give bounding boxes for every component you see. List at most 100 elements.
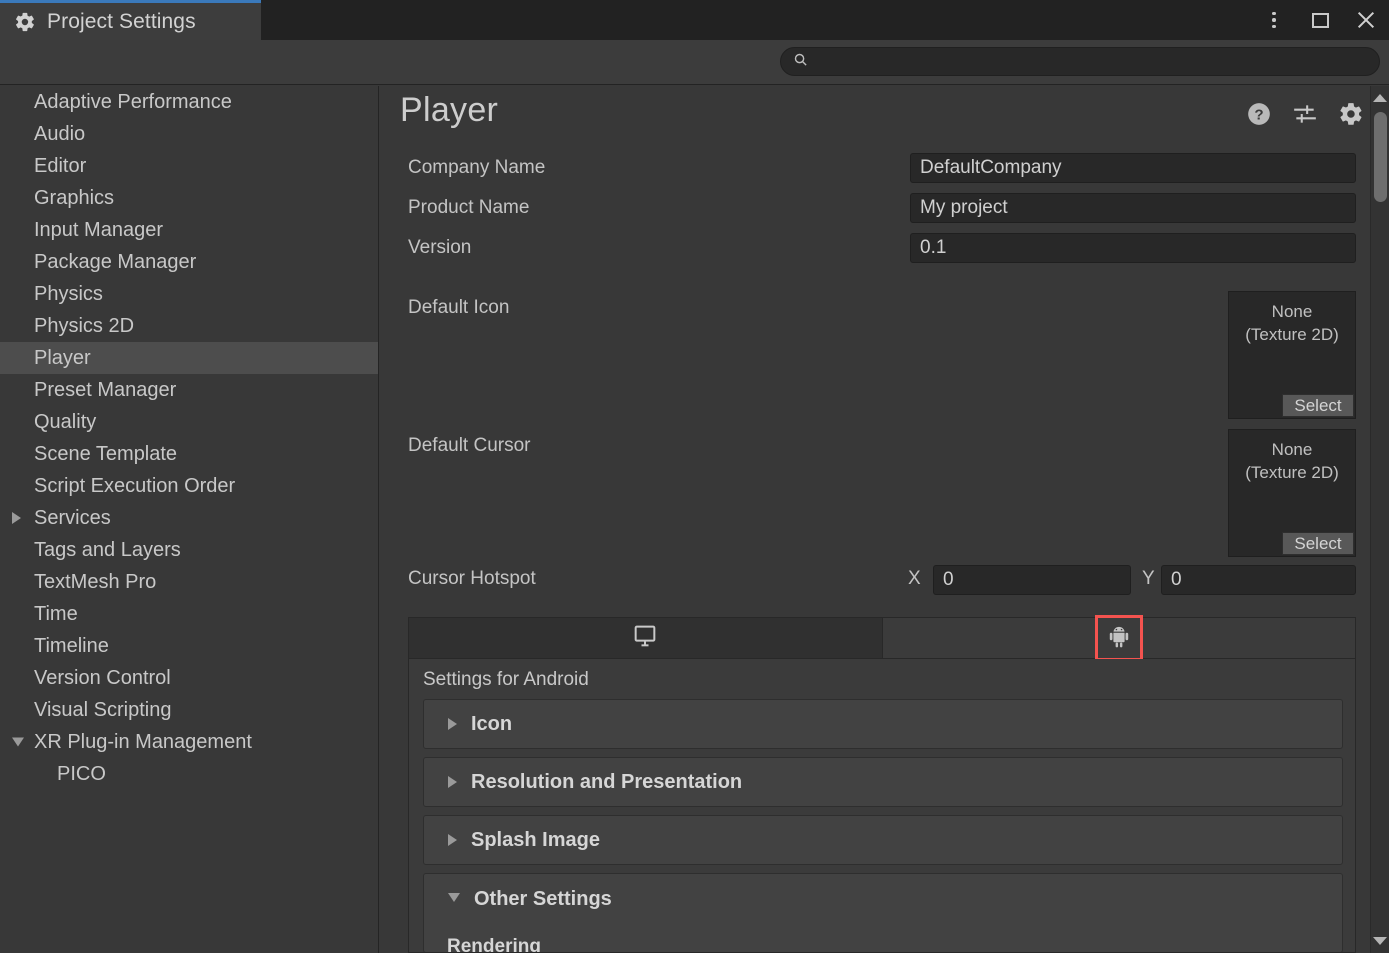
sidebar-item-adaptive-performance[interactable]: Adaptive Performance <box>0 86 378 118</box>
platform-tab-standalone[interactable] <box>409 618 883 658</box>
sidebar-item-timeline[interactable]: Timeline <box>0 630 378 662</box>
sidebar-item-label: Timeline <box>34 634 109 657</box>
section-splash-image[interactable]: Splash Image <box>423 815 1343 865</box>
section-splash-label: Splash Image <box>471 828 600 851</box>
section-icon[interactable]: Icon <box>423 699 1343 749</box>
sidebar-item-time[interactable]: Time <box>0 598 378 630</box>
sidebar-item-label: TextMesh Pro <box>34 570 157 593</box>
company-name-input[interactable]: DefaultCompany <box>910 153 1356 183</box>
default-icon-select-button[interactable]: Select <box>1282 394 1354 417</box>
vertical-scrollbar[interactable] <box>1370 86 1389 953</box>
sidebar-item-script-execution-order[interactable]: Script Execution Order <box>0 470 378 502</box>
sidebar-item-label: PICO <box>57 762 106 785</box>
default-cursor-row: Default Cursor None (Texture 2D) Select <box>380 429 1389 561</box>
hotspot-x-label: X <box>908 568 921 589</box>
default-cursor-value-line1: None <box>1271 440 1313 459</box>
project-settings-window: Project Settings Adaptive Performance Au… <box>0 0 1389 953</box>
panel-header-icons: ? <box>1246 101 1364 132</box>
scroll-thumb[interactable] <box>1374 112 1387 202</box>
product-name-input[interactable]: My project <box>910 193 1356 223</box>
sidebar-item-player[interactable]: Player <box>0 342 378 374</box>
sidebar-item-audio[interactable]: Audio <box>0 118 378 150</box>
other-settings-subheading: Rendering <box>447 936 541 953</box>
settings-category-sidebar[interactable]: Adaptive Performance Audio Editor Graphics I… <box>0 86 379 953</box>
default-icon-value-line2: (Texture 2D) <box>1245 325 1339 344</box>
close-icon[interactable] <box>1353 7 1379 33</box>
section-resolution-label: Resolution and Presentation <box>471 770 743 793</box>
scroll-down-arrow-icon[interactable] <box>1373 937 1387 945</box>
sidebar-item-quality[interactable]: Quality <box>0 406 378 438</box>
sidebar-item-label: Version Control <box>34 666 171 689</box>
sidebar-item-label: Quality <box>34 410 97 433</box>
sidebar-item-label: Time <box>34 602 78 625</box>
platform-tab-android[interactable] <box>883 615 1356 661</box>
field-row: Product Name My project <box>380 188 1389 228</box>
chevron-down-icon <box>448 893 460 902</box>
sidebar-item-scene-template[interactable]: Scene Template <box>0 438 378 470</box>
cursor-hotspot-row: Cursor Hotspot X 0 Y 0 <box>380 560 1389 600</box>
version-label: Version <box>408 237 472 258</box>
scroll-up-arrow-icon[interactable] <box>1373 94 1387 102</box>
text-field-rows: Company Name DefaultCompany Product Name… <box>380 148 1389 268</box>
sidebar-item-visual-scripting[interactable]: Visual Scripting <box>0 694 378 726</box>
sidebar-item-services[interactable]: Services <box>0 502 378 534</box>
android-tab-highlight-box <box>1094 615 1143 661</box>
sidebar-item-label: Package Manager <box>34 250 197 273</box>
sidebar-item-label: Graphics <box>34 186 115 209</box>
sidebar-item-preset-manager[interactable]: Preset Manager <box>0 374 378 406</box>
sidebar-item-physics[interactable]: Physics <box>0 278 378 310</box>
help-icon[interactable]: ? <box>1246 101 1272 132</box>
sidebar-item-pico[interactable]: PICO <box>0 758 378 790</box>
default-icon-row: Default Icon None (Texture 2D) Select <box>380 291 1389 423</box>
search-input[interactable] <box>816 53 1356 70</box>
default-cursor-object-field[interactable]: None (Texture 2D) Select <box>1228 429 1356 557</box>
maximize-icon[interactable] <box>1307 7 1333 33</box>
preset-icon[interactable] <box>1292 101 1318 132</box>
sidebar-item-physics-2d[interactable]: Physics 2D <box>0 310 378 342</box>
desktop-monitor-icon <box>631 622 659 655</box>
hotspot-y-input[interactable]: 0 <box>1161 565 1356 595</box>
sidebar-item-tags-and-layers[interactable]: Tags and Layers <box>0 534 378 566</box>
settings-gear-icon[interactable] <box>1338 101 1364 132</box>
default-icon-value-line1: None <box>1271 302 1313 321</box>
gear-icon <box>14 11 36 33</box>
platform-tab-strip <box>408 615 1356 661</box>
default-icon-object-field[interactable]: None (Texture 2D) Select <box>1228 291 1356 419</box>
field-row: Version 0.1 <box>380 228 1389 268</box>
sidebar-item-editor[interactable]: Editor <box>0 150 378 182</box>
search-box[interactable] <box>780 47 1380 76</box>
sidebar-item-label: Tags and Layers <box>34 538 181 561</box>
sidebar-item-label: Input Manager <box>34 218 163 241</box>
sidebar-item-label: Preset Manager <box>34 378 177 401</box>
chevron-down-icon[interactable] <box>12 737 24 747</box>
sidebar-item-graphics[interactable]: Graphics <box>0 182 378 214</box>
chevron-right-icon <box>448 776 457 788</box>
sidebar-item-xr-plug-in-management[interactable]: XR Plug-in Management <box>0 726 378 758</box>
chevron-right-icon[interactable] <box>12 512 21 524</box>
sidebar-item-version-control[interactable]: Version Control <box>0 662 378 694</box>
hotspot-x-input[interactable]: 0 <box>933 565 1131 595</box>
sidebar-item-label: Player <box>34 346 91 369</box>
version-input[interactable]: 0.1 <box>910 233 1356 263</box>
page-title: Player <box>400 91 499 129</box>
player-settings-panel: Player ? Company Name DefaultCompany Pro… <box>380 86 1389 953</box>
default-cursor-value-line2: (Texture 2D) <box>1245 463 1339 482</box>
section-other-settings[interactable]: Other Settings <box>423 873 1343 952</box>
sidebar-item-input-manager[interactable]: Input Manager <box>0 214 378 246</box>
section-resolution-presentation[interactable]: Resolution and Presentation <box>423 757 1343 807</box>
section-icon-label: Icon <box>471 712 513 735</box>
kebab-menu-icon[interactable] <box>1261 7 1287 33</box>
default-icon-label: Default Icon <box>408 297 510 318</box>
sidebar-item-package-manager[interactable]: Package Manager <box>0 246 378 278</box>
search-icon <box>793 52 808 72</box>
sidebar-item-textmesh-pro[interactable]: TextMesh Pro <box>0 566 378 598</box>
cursor-hotspot-label: Cursor Hotspot <box>408 568 536 589</box>
title-bar: Project Settings <box>0 0 1389 40</box>
chevron-right-icon <box>448 834 457 846</box>
sidebar-item-label: Editor <box>34 154 87 177</box>
android-settings-panel: Settings for Android Icon Resolution and… <box>408 659 1356 953</box>
chevron-right-icon <box>448 718 457 730</box>
sidebar-item-label: XR Plug-in Management <box>34 730 252 753</box>
tab-project-settings[interactable]: Project Settings <box>0 0 261 40</box>
default-cursor-select-button[interactable]: Select <box>1282 532 1354 555</box>
